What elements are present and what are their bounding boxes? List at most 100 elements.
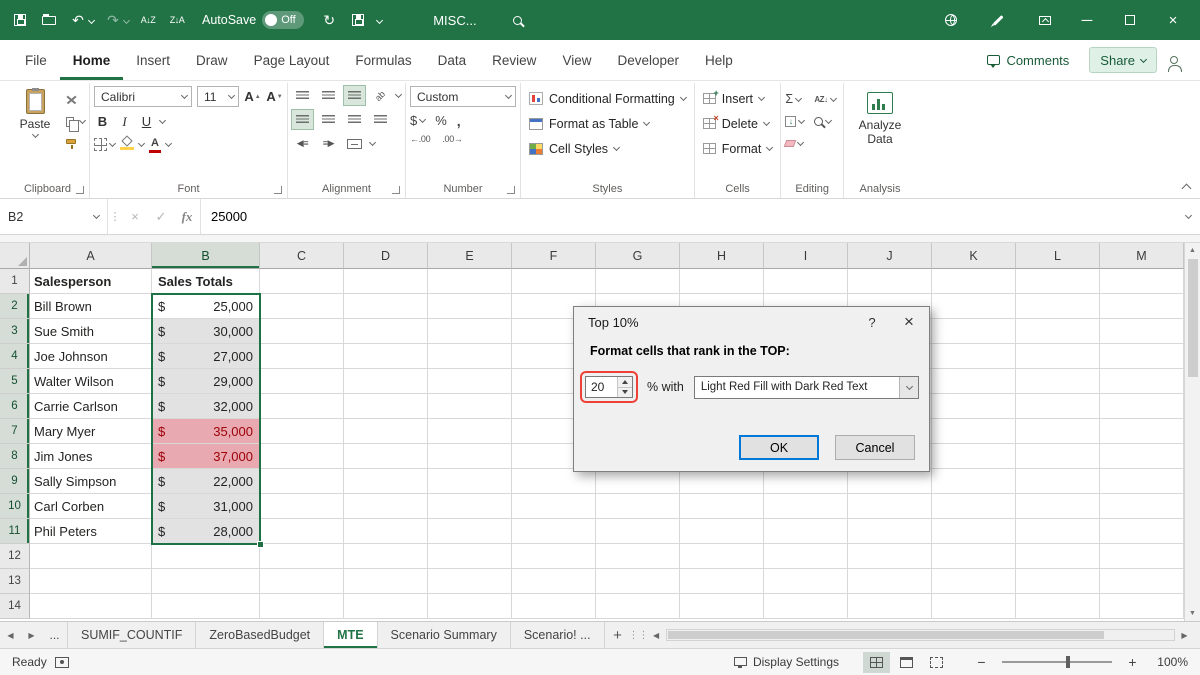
cell-J1[interactable] [848,269,932,294]
cell-C2[interactable] [260,294,344,319]
paste-button[interactable]: Paste [10,86,60,179]
insert-function-button[interactable]: fx [174,199,200,234]
zoom-slider[interactable] [1002,661,1112,663]
zoom-out-button[interactable]: − [974,654,989,670]
cell-K3[interactable] [932,319,1016,344]
cell-B6[interactable]: $32,000 [152,394,260,419]
cell-L3[interactable] [1016,319,1100,344]
increase-font-size-button[interactable]: A▲ [244,87,261,106]
align-center-button[interactable] [318,110,339,129]
decrease-font-size-button[interactable]: A▼ [266,87,283,106]
cell-D2[interactable] [344,294,428,319]
cell-L14[interactable] [1016,594,1100,619]
cell-H1[interactable] [680,269,764,294]
row-header-11[interactable]: 11 [0,519,30,544]
cell-L12[interactable] [1016,544,1100,569]
orientation-button[interactable] [370,86,391,105]
cell-E5[interactable] [428,369,512,394]
cell-C14[interactable] [260,594,344,619]
cell-B5[interactable]: $29,000 [152,369,260,394]
paste-chevron-icon[interactable] [31,131,38,138]
cell-A9[interactable]: Sally Simpson [30,469,152,494]
column-header-C[interactable]: C [260,243,344,269]
cell-A10[interactable]: Carl Corben [30,494,152,519]
cell-D4[interactable] [344,344,428,369]
vertical-scroll-thumb[interactable] [1188,259,1198,377]
borders-button[interactable] [94,136,115,153]
row-header-1[interactable]: 1 [0,269,30,294]
tab-home[interactable]: Home [60,40,124,80]
percent-style-button[interactable]: % [435,113,447,128]
cell-D1[interactable] [344,269,428,294]
cell-H9[interactable] [680,469,764,494]
cell-G12[interactable] [596,544,680,569]
tab-insert[interactable]: Insert [123,40,183,80]
enter-entry-icon[interactable]: ✓ [148,199,174,234]
sheet-tab-scenario-summary[interactable]: Scenario Summary [378,622,511,648]
column-header-M[interactable]: M [1100,243,1184,269]
row-header-12[interactable]: 12 [0,544,30,569]
tab-draw[interactable]: Draw [183,40,241,80]
number-dialog-launcher-icon[interactable] [507,186,515,194]
merge-center-button[interactable] [344,134,365,153]
rank-value[interactable]: 20 [586,377,617,397]
accounting-format-button[interactable]: $ [410,112,425,129]
cell-C11[interactable] [260,519,344,544]
cell-A12[interactable] [30,544,152,569]
cell-A6[interactable]: Carrie Carlson [30,394,152,419]
cell-F11[interactable] [512,519,596,544]
horizontal-scroll-thumb[interactable] [668,631,1104,639]
orientation-chevron-icon[interactable] [395,91,402,98]
cell-L10[interactable] [1016,494,1100,519]
row-header-6[interactable]: 6 [0,394,30,419]
quick-save-icon[interactable] [344,5,372,35]
autosave-pill[interactable]: Off [262,11,304,29]
scroll-down-icon[interactable]: ▼ [1189,607,1196,620]
cell-E10[interactable] [428,494,512,519]
cell-C3[interactable] [260,319,344,344]
cell-F13[interactable] [512,569,596,594]
cell-H11[interactable] [680,519,764,544]
cell-K4[interactable] [932,344,1016,369]
cell-E9[interactable] [428,469,512,494]
cell-J12[interactable] [848,544,932,569]
ok-button[interactable]: OK [739,435,819,460]
alignment-dialog-launcher-icon[interactable] [392,186,400,194]
cell-E11[interactable] [428,519,512,544]
cell-K12[interactable] [932,544,1016,569]
cell-E14[interactable] [428,594,512,619]
sheet-overflow-indicator[interactable]: ... [42,622,68,648]
cell-G1[interactable] [596,269,680,294]
cell-J14[interactable] [848,594,932,619]
cell-G14[interactable] [596,594,680,619]
customize-qat-chevron-icon[interactable] [376,16,383,23]
dialog-help-button[interactable]: ? [855,307,889,337]
spinner-up-button[interactable] [618,377,632,387]
cell-C8[interactable] [260,444,344,469]
cell-A13[interactable] [30,569,152,594]
cell-G11[interactable] [596,519,680,544]
font-name-combo[interactable]: Calibri [94,86,192,107]
scroll-right-icon[interactable]: ▶ [1177,631,1192,640]
cell-K14[interactable] [932,594,1016,619]
page-layout-view-button[interactable] [893,652,920,673]
cell-B4[interactable]: $27,000 [152,344,260,369]
cell-C12[interactable] [260,544,344,569]
cell-A5[interactable]: Walter Wilson [30,369,152,394]
search-icon[interactable] [504,5,532,35]
expand-formula-bar-icon[interactable] [1176,215,1200,218]
cell-K6[interactable] [932,394,1016,419]
sheet-tab-zerobasedbudget[interactable]: ZeroBasedBudget [196,622,324,648]
cell-M4[interactable] [1100,344,1184,369]
sort-filter-button[interactable]: AZ↓ [814,90,835,108]
zoom-in-button[interactable]: + [1125,654,1140,670]
cell-A14[interactable] [30,594,152,619]
cell-E6[interactable] [428,394,512,419]
underline-chevron-icon[interactable] [159,117,166,124]
page-break-view-button[interactable] [923,652,950,673]
cell-E1[interactable] [428,269,512,294]
cell-L6[interactable] [1016,394,1100,419]
sort-ascending-icon[interactable]: A↓Z [134,5,162,35]
tab-help[interactable]: Help [692,40,746,80]
cell-B14[interactable] [152,594,260,619]
